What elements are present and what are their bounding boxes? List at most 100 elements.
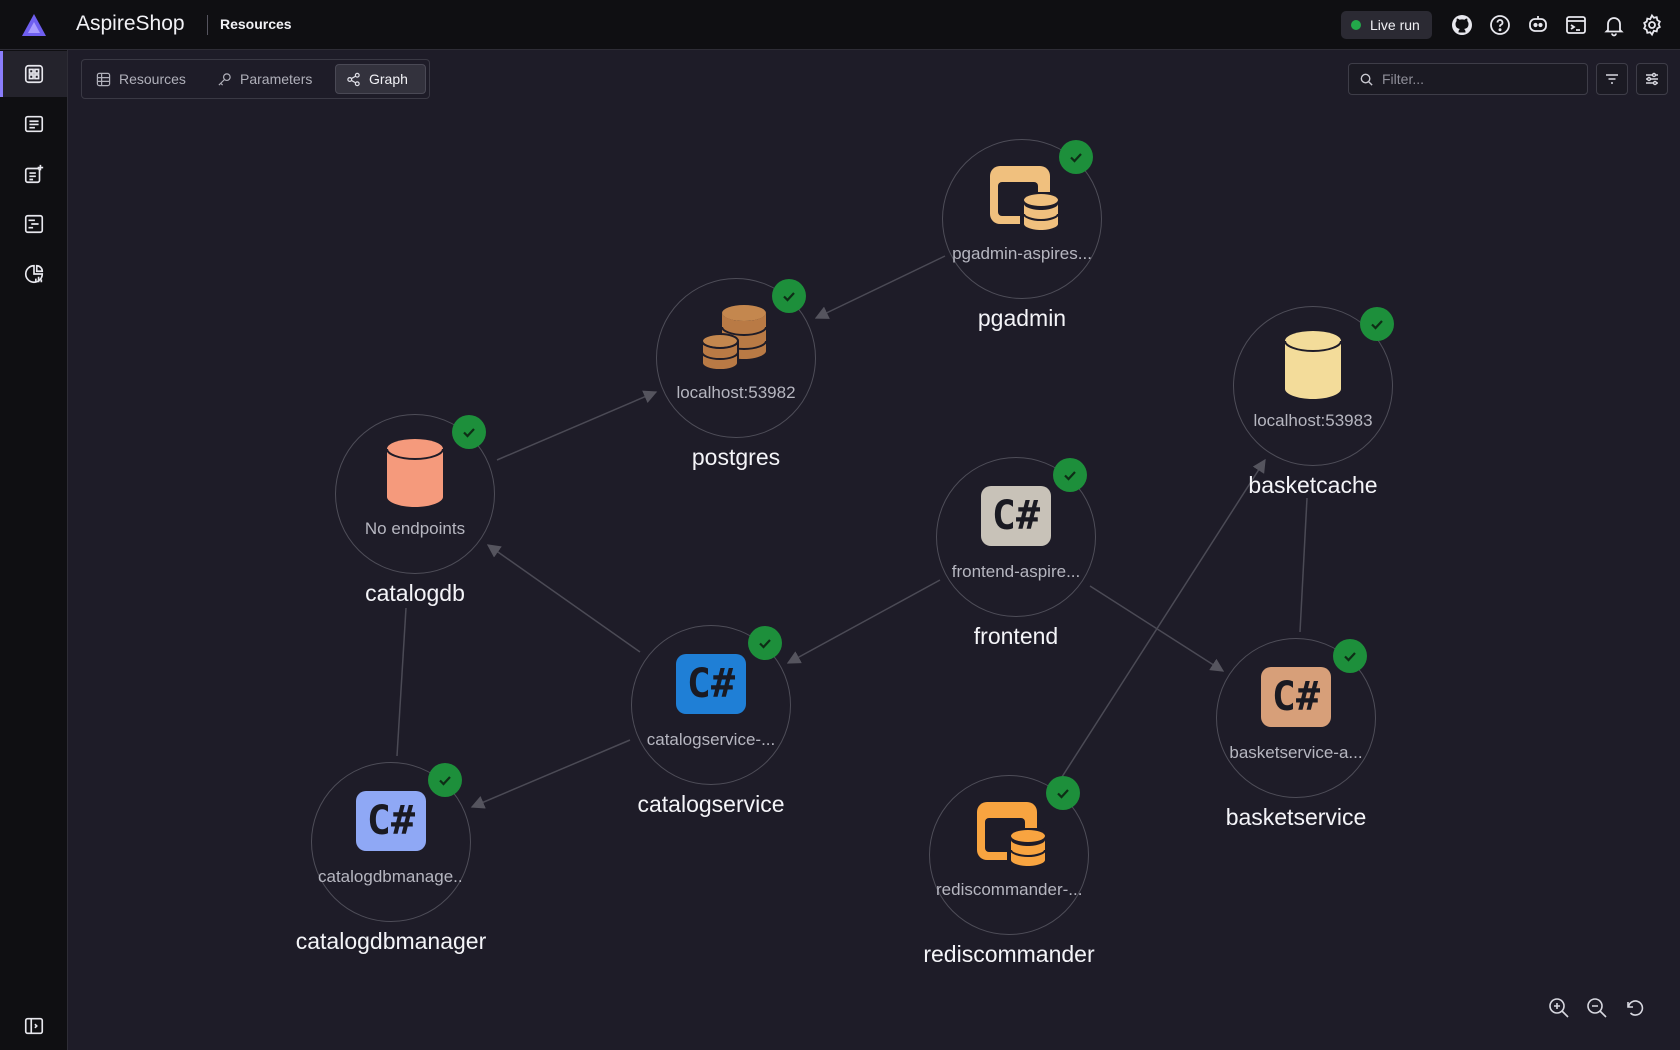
node-name-catalogservice: catalogservice xyxy=(637,791,785,817)
status-running-icon xyxy=(748,626,782,660)
node-name-catalogdb: catalogdb xyxy=(365,580,465,606)
status-running-icon xyxy=(1059,140,1093,174)
node-endpoint[interactable]: rediscommander-... xyxy=(936,880,1082,900)
status-running-icon xyxy=(1046,776,1080,810)
csharp-badge: C# xyxy=(1261,667,1331,727)
display-settings-button[interactable] xyxy=(1636,63,1668,95)
filter-box[interactable] xyxy=(1348,63,1588,95)
status-running-icon xyxy=(428,763,462,797)
aspire-logo-icon[interactable] xyxy=(20,12,48,38)
status-running-icon xyxy=(772,279,806,313)
node-basketcache[interactable]: localhost:53983 xyxy=(1233,306,1394,466)
github-icon[interactable] xyxy=(1450,13,1474,37)
node-endpoint[interactable]: pgadmin-aspires... xyxy=(949,244,1095,264)
csharp-project-icon: C# xyxy=(980,480,1052,552)
status-running-icon xyxy=(1053,458,1087,492)
status-running-icon xyxy=(1333,639,1367,673)
nav-collapse-toggle[interactable] xyxy=(0,1003,67,1049)
node-endpoint: No endpoints xyxy=(364,519,466,538)
edge-basketservice-basketcache xyxy=(1299,497,1308,633)
notifications-bell-icon[interactable] xyxy=(1602,13,1626,37)
sidebar-toggle-icon xyxy=(24,1017,43,1035)
console-logs-icon xyxy=(24,115,43,133)
node-frontend[interactable]: C# frontend-aspire... xyxy=(936,457,1096,617)
node-catalogdbmanager[interactable]: C# catalogdbmanage... xyxy=(311,762,471,922)
container-database-icon xyxy=(973,798,1045,870)
node-rediscommander[interactable]: rediscommander-... xyxy=(929,775,1089,935)
page-title: Resources xyxy=(220,16,292,32)
container-database-icon xyxy=(986,162,1058,234)
settings-gear-icon[interactable] xyxy=(1640,13,1664,37)
zoom-in-button[interactable] xyxy=(1548,997,1572,1021)
node-name-frontend: frontend xyxy=(973,623,1059,649)
view-tabs: Resources Parameters Graph xyxy=(81,59,430,99)
nav-traces[interactable] xyxy=(0,201,67,247)
node-name-rediscommander: rediscommander xyxy=(923,941,1095,967)
edge-frontend-catalogservice xyxy=(786,579,941,664)
terminal-icon[interactable] xyxy=(1564,13,1588,37)
node-basketservice[interactable]: C# basketservice-a... xyxy=(1216,638,1376,798)
node-catalogservice[interactable]: C# catalogservice-... xyxy=(631,625,791,785)
status-running-icon xyxy=(1360,307,1394,341)
filter-options-button[interactable] xyxy=(1596,63,1628,95)
graph-edges xyxy=(396,255,1308,809)
traces-icon xyxy=(24,214,43,234)
tab-resources-label: Resources xyxy=(119,71,186,87)
metrics-chart-icon xyxy=(24,264,43,284)
live-run-button[interactable]: Live run xyxy=(1341,11,1432,39)
nav-structured-logs[interactable] xyxy=(0,151,67,197)
nav-resources[interactable] xyxy=(0,51,67,97)
side-navigation xyxy=(0,50,68,1050)
top-bar: AspireShop Resources Live run xyxy=(0,0,1680,50)
sliders-icon xyxy=(1646,72,1658,86)
node-name-catalogdbmanager: catalogdbmanager xyxy=(295,928,487,954)
csharp-project-icon: C# xyxy=(355,785,427,857)
table-icon xyxy=(96,72,111,86)
tab-parameters[interactable]: Parameters xyxy=(207,64,317,94)
zoom-in-icon xyxy=(1549,998,1569,1018)
search-icon xyxy=(1360,73,1373,86)
node-endpoint[interactable]: basketservice-a... xyxy=(1223,743,1369,763)
node-endpoint[interactable]: localhost:53982 xyxy=(663,383,809,403)
filter-input[interactable] xyxy=(1382,71,1572,87)
node-catalogdb[interactable]: No endpoints xyxy=(335,414,495,574)
node-endpoint[interactable]: localhost:53983 xyxy=(1240,411,1386,431)
reset-zoom-button[interactable] xyxy=(1624,997,1648,1021)
filter-lines-icon xyxy=(1606,74,1618,84)
node-postgres[interactable]: localhost:53982 xyxy=(656,278,816,438)
node-name-basketservice: basketservice xyxy=(1225,804,1367,830)
zoom-out-icon xyxy=(1587,998,1607,1018)
database-icon xyxy=(379,437,451,509)
database-stack-icon xyxy=(700,301,772,373)
tab-graph-label: Graph xyxy=(369,71,408,87)
node-name-postgres: postgres xyxy=(691,444,781,470)
share-icon xyxy=(347,72,360,86)
app-title[interactable]: AspireShop xyxy=(76,12,185,36)
node-name-basketcache: basketcache xyxy=(1248,472,1378,498)
node-endpoint[interactable]: catalogdbmanage... xyxy=(318,867,464,887)
node-endpoint[interactable]: frontend-aspire... xyxy=(943,562,1089,582)
nav-console[interactable] xyxy=(0,101,67,147)
nav-metrics[interactable] xyxy=(0,251,67,297)
node-endpoint[interactable]: catalogservice-... xyxy=(638,730,784,750)
live-run-label: Live run xyxy=(1370,17,1420,33)
tab-graph[interactable]: Graph xyxy=(335,64,426,94)
help-icon[interactable] xyxy=(1488,13,1512,37)
csharp-badge: C# xyxy=(981,486,1051,546)
node-pgadmin[interactable]: pgadmin-aspires... xyxy=(942,139,1102,299)
status-running-icon xyxy=(452,415,486,449)
resources-grid-icon xyxy=(24,64,43,84)
tab-resources[interactable]: Resources xyxy=(86,64,194,94)
key-icon xyxy=(218,72,231,86)
edge-catalogdbmanager-catalogdb xyxy=(396,607,407,757)
copilot-icon[interactable] xyxy=(1526,13,1550,37)
csharp-project-icon: C# xyxy=(675,648,747,720)
zoom-out-button[interactable] xyxy=(1586,997,1610,1021)
live-status-dot xyxy=(1351,20,1361,30)
structured-logs-icon xyxy=(24,164,43,184)
csharp-badge: C# xyxy=(676,654,746,714)
database-icon xyxy=(1277,329,1349,401)
csharp-project-icon: C# xyxy=(1260,661,1332,733)
node-name-pgadmin: pgadmin xyxy=(977,305,1067,331)
tab-parameters-label: Parameters xyxy=(240,71,313,87)
